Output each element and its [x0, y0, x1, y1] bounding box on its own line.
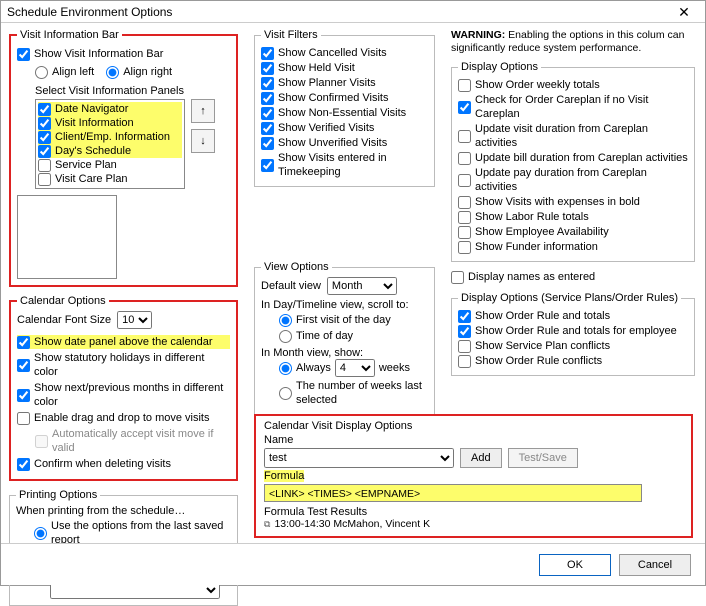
do-item[interactable]: Check for Order Careplan if no Visit Car…	[458, 93, 688, 121]
move-up-button[interactable]: ↑	[191, 99, 215, 123]
display-options-legend: Display Options	[458, 61, 541, 73]
view-options-legend: View Options	[261, 261, 332, 273]
month-show-label: In Month view, show:	[261, 347, 428, 359]
vf-item[interactable]: Show Cancelled Visits	[261, 46, 428, 60]
font-size-select[interactable]: 10	[117, 311, 152, 329]
calendar-visit-display-group: Calendar Visit Display Options Name test…	[254, 414, 693, 538]
vf-item[interactable]: Show Confirmed Visits	[261, 91, 428, 105]
panel-item[interactable]: Client/Emp. Information	[38, 130, 182, 144]
weeks-select[interactable]: 4	[335, 359, 375, 377]
panel-item[interactable]: Date Navigator	[38, 102, 182, 116]
link-icon: ⧉	[264, 519, 270, 530]
window-title: Schedule Environment Options	[7, 1, 172, 23]
panels-preview-box	[17, 195, 117, 279]
align-left-radio[interactable]: Align left	[35, 65, 94, 79]
weeks-last-radio[interactable]: The number of weeks last selected	[279, 379, 428, 407]
display-options-group: Display Options Show Order weekly totals…	[451, 61, 695, 262]
select-panels-label: Select Visit Information Panels	[35, 85, 230, 97]
display-options-sp-group: Display Options (Service Plans/Order Rul…	[451, 292, 695, 376]
visit-filters-legend: Visit Filters	[261, 29, 321, 41]
panels-listbox[interactable]: Date Navigator Visit Information Client/…	[35, 99, 185, 189]
show-visit-info-bar-check[interactable]: Show Visit Information Bar	[17, 47, 230, 61]
vf-item[interactable]: Show Planner Visits	[261, 76, 428, 90]
do-item[interactable]: Update pay duration from Careplan activi…	[458, 166, 688, 194]
vf-item[interactable]: Show Verified Visits	[261, 121, 428, 135]
calendar-options-group: Calendar Options Calendar Font Size 10 S…	[9, 295, 238, 481]
view-options-group: View Options Default view Month In Day/T…	[254, 261, 435, 416]
dosp-item[interactable]: Show Service Plan conflicts	[458, 339, 688, 353]
cvdo-formula-input[interactable]: <LINK> <TIMES> <EMPNAME>	[264, 484, 642, 502]
cvdo-test-save-button[interactable]: Test/Save	[508, 448, 578, 468]
printing-legend: Printing Options	[16, 489, 100, 501]
stat-holidays-check[interactable]: Show statutory holidays in different col…	[17, 351, 230, 379]
dialog-footer: OK Cancel	[1, 543, 705, 585]
default-view-label: Default view	[261, 280, 321, 292]
ok-button[interactable]: OK	[539, 554, 611, 576]
move-down-button[interactable]: ↓	[191, 129, 215, 153]
visit-info-bar-legend: Visit Information Bar	[17, 29, 122, 41]
panel-item[interactable]: Visit Care Plan	[38, 172, 182, 186]
cvdo-name-select[interactable]: test	[264, 448, 454, 468]
font-size-label: Calendar Font Size	[17, 314, 111, 326]
show-visit-info-bar-label: Show Visit Information Bar	[34, 47, 163, 61]
do-item[interactable]: Show Employee Availability	[458, 225, 688, 239]
display-names-entered-check[interactable]: Display names as entered	[451, 270, 695, 284]
do-item[interactable]: Show Visits with expenses in bold	[458, 195, 688, 209]
do-item[interactable]: Update visit duration from Careplan acti…	[458, 122, 688, 150]
vf-item[interactable]: Show Held Visit	[261, 61, 428, 75]
align-right-radio[interactable]: Align right	[106, 65, 172, 79]
panel-item[interactable]: Visit Information	[38, 116, 182, 130]
display-options-sp-legend: Display Options (Service Plans/Order Rul…	[458, 292, 681, 304]
when-printing-label: When printing from the schedule…	[16, 505, 231, 517]
confirm-delete-check[interactable]: Confirm when deleting visits	[17, 457, 230, 471]
scroll-first-radio[interactable]: First visit of the day	[279, 313, 428, 327]
vf-item[interactable]: Show Unverified Visits	[261, 136, 428, 150]
panel-item[interactable]: Day's Schedule	[38, 144, 182, 158]
dosp-item[interactable]: Show Order Rule and totals for employee	[458, 324, 688, 338]
scroll-tod-radio[interactable]: Time of day	[279, 329, 428, 343]
vf-item[interactable]: Show Visits entered in Timekeeping	[261, 151, 428, 179]
do-item[interactable]: Show Funder information	[458, 240, 688, 254]
vf-item[interactable]: Show Non-Essential Visits	[261, 106, 428, 120]
show-date-panel-check[interactable]: Show date panel above the calendar	[17, 335, 230, 349]
do-item[interactable]: Show Labor Rule totals	[458, 210, 688, 224]
cvdo-formula-label: Formula	[264, 470, 304, 482]
warning-text: WARNING: WARNING: Enabling the options i…	[451, 29, 695, 55]
titlebar: Schedule Environment Options ✕	[1, 1, 705, 23]
panel-item[interactable]: Service Plan	[38, 158, 182, 172]
cvdo-results-label: Formula Test Results	[264, 506, 683, 518]
cancel-button[interactable]: Cancel	[619, 554, 691, 576]
next-prev-months-check[interactable]: Show next/previous months in different c…	[17, 381, 230, 409]
cvdo-test-result: ⧉ 13:00-14:30 McMahon, Vincent K	[264, 518, 683, 530]
visit-filters-group: Visit Filters Show Cancelled Visits Show…	[254, 29, 435, 187]
cvdo-name-label: Name	[264, 434, 683, 446]
always-weeks-radio[interactable]: Always	[279, 361, 331, 375]
do-item[interactable]: Update bill duration from Careplan activ…	[458, 151, 688, 165]
weeks-label: weeks	[379, 362, 410, 374]
calendar-options-legend: Calendar Options	[17, 295, 109, 307]
visit-info-bar-group: Visit Information Bar Show Visit Informa…	[9, 29, 238, 287]
scroll-to-label: In Day/Timeline view, scroll to:	[261, 299, 428, 311]
enable-drag-check[interactable]: Enable drag and drop to move visits	[17, 411, 230, 425]
cvdo-add-button[interactable]: Add	[460, 448, 502, 468]
auto-accept-check: Automatically accept visit move if valid	[35, 427, 230, 455]
show-visit-info-bar-checkbox[interactable]	[17, 48, 30, 61]
default-view-select[interactable]: Month	[327, 277, 397, 295]
cvdo-legend: Calendar Visit Display Options	[264, 420, 683, 432]
do-item[interactable]: Show Order weekly totals	[458, 78, 688, 92]
dosp-item[interactable]: Show Order Rule and totals	[458, 309, 688, 323]
close-icon[interactable]: ✕	[669, 1, 699, 23]
dosp-item[interactable]: Show Order Rule conflicts	[458, 354, 688, 368]
